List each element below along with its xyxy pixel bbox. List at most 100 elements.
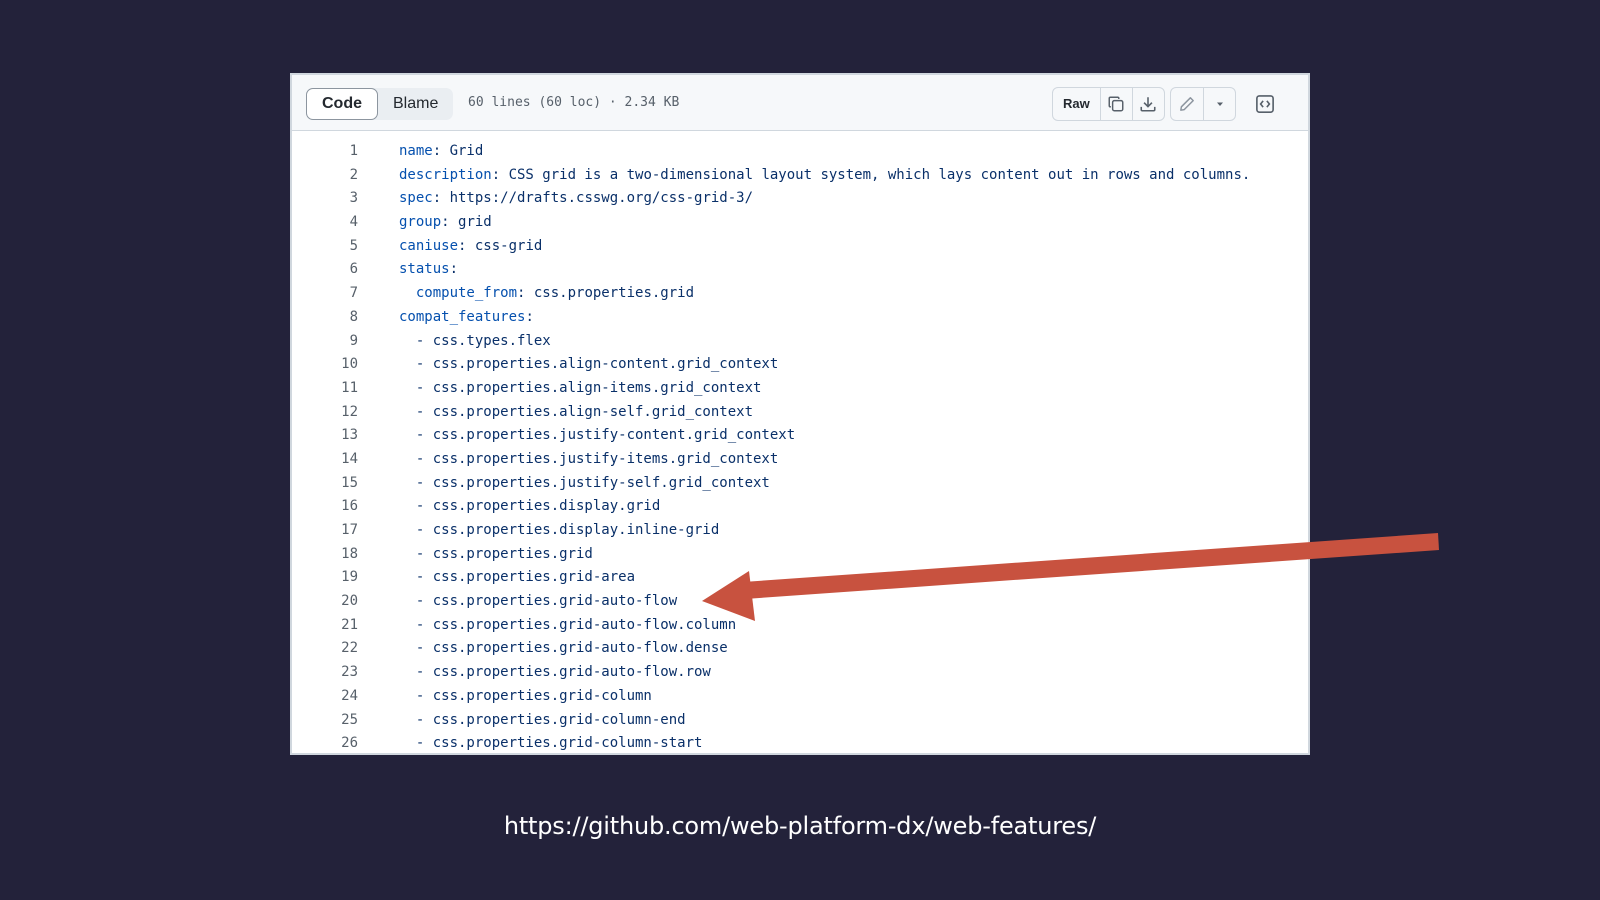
yaml-value: - css.properties.grid-auto-flow.column: [415, 616, 737, 633]
line-content: - css.properties.align-content.grid_cont…: [399, 353, 778, 377]
yaml-key: compute_from: [415, 285, 518, 302]
pencil-icon: [1180, 97, 1194, 111]
line-number[interactable]: 12: [292, 401, 358, 425]
line-content: - css.properties.align-self.grid_context: [399, 401, 753, 425]
yaml-value: - css.properties.align-self.grid_context: [415, 403, 754, 420]
yaml-separator: :: [491, 166, 509, 183]
yaml-value: css-grid: [474, 237, 543, 254]
code-line: 10 - css.properties.align-content.grid_c…: [292, 353, 1308, 377]
code-line: 14 - css.properties.justify-items.grid_c…: [292, 448, 1308, 472]
yaml-key: compat_features: [399, 308, 526, 325]
line-number[interactable]: 1: [292, 140, 358, 164]
line-content: - css.properties.grid-column-start: [399, 732, 703, 753]
yaml-separator: :: [458, 237, 475, 254]
line-number[interactable]: 5: [292, 235, 358, 259]
triangle-down-icon: [1216, 102, 1223, 106]
copy-button[interactable]: [1099, 88, 1132, 120]
yaml-value: - css.properties.grid-auto-flow: [415, 593, 678, 610]
line-number[interactable]: 6: [292, 258, 358, 282]
line-content: - css.properties.justify-items.grid_cont…: [399, 448, 778, 472]
symbols-panel-button[interactable]: [1249, 88, 1281, 120]
line-number[interactable]: 8: [292, 306, 358, 330]
yaml-value: - css.types.flex: [415, 332, 551, 349]
line-content: compat_features:: [399, 306, 534, 330]
line-content: spec: https://drafts.csswg.org/css-grid-…: [399, 187, 753, 211]
line-number[interactable]: 18: [292, 543, 358, 567]
yaml-value: - css.properties.grid-column-start: [415, 735, 703, 752]
code-line: 7 compute_from: css.properties.grid: [292, 282, 1308, 306]
edit-button[interactable]: [1171, 88, 1203, 120]
yaml-value: - css.properties.display.grid: [415, 498, 661, 515]
line-content: - css.types.flex: [399, 330, 551, 354]
line-number[interactable]: 9: [292, 330, 358, 354]
line-number[interactable]: 2: [292, 164, 358, 188]
yaml-value: - css.properties.justify-items.grid_cont…: [415, 450, 779, 467]
line-number[interactable]: 24: [292, 685, 358, 709]
download-icon: [1140, 97, 1156, 112]
code-viewer-panel: Code Blame 60 lines (60 loc) · 2.34 KB R…: [290, 73, 1310, 755]
line-number[interactable]: 13: [292, 424, 358, 448]
code-line: 21 - css.properties.grid-auto-flow.colum…: [292, 614, 1308, 638]
line-number[interactable]: 17: [292, 519, 358, 543]
yaml-separator: :: [525, 308, 534, 325]
yaml-value: - css.properties.grid-auto-flow.row: [415, 664, 711, 681]
line-number[interactable]: 15: [292, 472, 358, 496]
yaml-value: - css.properties.align-content.grid_cont…: [415, 356, 779, 373]
line-content: description: CSS grid is a two-dimension…: [399, 164, 1250, 188]
code-line: 25 - css.properties.grid-column-end: [292, 709, 1308, 733]
file-toolbar: Code Blame 60 lines (60 loc) · 2.34 KB R…: [292, 75, 1308, 131]
line-content: group: grid: [399, 211, 492, 235]
copy-icon: [1108, 96, 1124, 112]
line-number[interactable]: 25: [292, 709, 358, 733]
line-number[interactable]: 10: [292, 353, 358, 377]
line-number[interactable]: 19: [292, 566, 358, 590]
code-line: 15 - css.properties.justify-self.grid_co…: [292, 472, 1308, 496]
line-number[interactable]: 4: [292, 211, 358, 235]
line-number[interactable]: 7: [292, 282, 358, 306]
line-number[interactable]: 23: [292, 661, 358, 685]
line-number[interactable]: 16: [292, 495, 358, 519]
code-line: 16 - css.properties.display.grid: [292, 495, 1308, 519]
yaml-key: description: [399, 166, 492, 183]
code-line: 6 status:: [292, 258, 1308, 282]
yaml-separator: :: [432, 143, 450, 159]
code-tab[interactable]: Code: [306, 88, 378, 120]
code-line: 4 group: grid: [292, 211, 1308, 235]
yaml-value: - css.properties.grid-column-end: [415, 711, 686, 728]
yaml-key: spec: [399, 190, 433, 207]
raw-button[interactable]: Raw: [1053, 88, 1100, 120]
yaml-value: - css.properties.grid-area: [415, 569, 636, 586]
line-content: - css.properties.grid-auto-flow: [399, 590, 677, 614]
line-number[interactable]: 14: [292, 448, 358, 472]
line-number[interactable]: 11: [292, 377, 358, 401]
line-number[interactable]: 26: [292, 732, 358, 753]
slide-caption-url: https://github.com/web-platform-dx/web-f…: [503, 812, 1097, 840]
line-content: - css.properties.grid-column: [399, 685, 652, 709]
file-actions-group: Raw: [1052, 87, 1165, 121]
code-line: 12 - css.properties.align-self.grid_cont…: [292, 401, 1308, 425]
line-content: - css.properties.grid-auto-flow.dense: [399, 637, 728, 661]
line-content: - css.properties.grid-area: [399, 566, 635, 590]
blame-tab[interactable]: Blame: [378, 88, 453, 120]
download-button[interactable]: [1131, 88, 1164, 120]
line-number[interactable]: 21: [292, 614, 358, 638]
code-line: 17 - css.properties.display.inline-grid: [292, 519, 1308, 543]
view-mode-switch: Code Blame: [306, 88, 454, 120]
yaml-value: Grid: [449, 143, 484, 159]
line-number[interactable]: 3: [292, 187, 358, 211]
line-number[interactable]: 22: [292, 637, 358, 661]
line-number[interactable]: 20: [292, 590, 358, 614]
edit-dropdown-button[interactable]: [1203, 88, 1235, 120]
yaml-separator: :: [449, 261, 459, 278]
